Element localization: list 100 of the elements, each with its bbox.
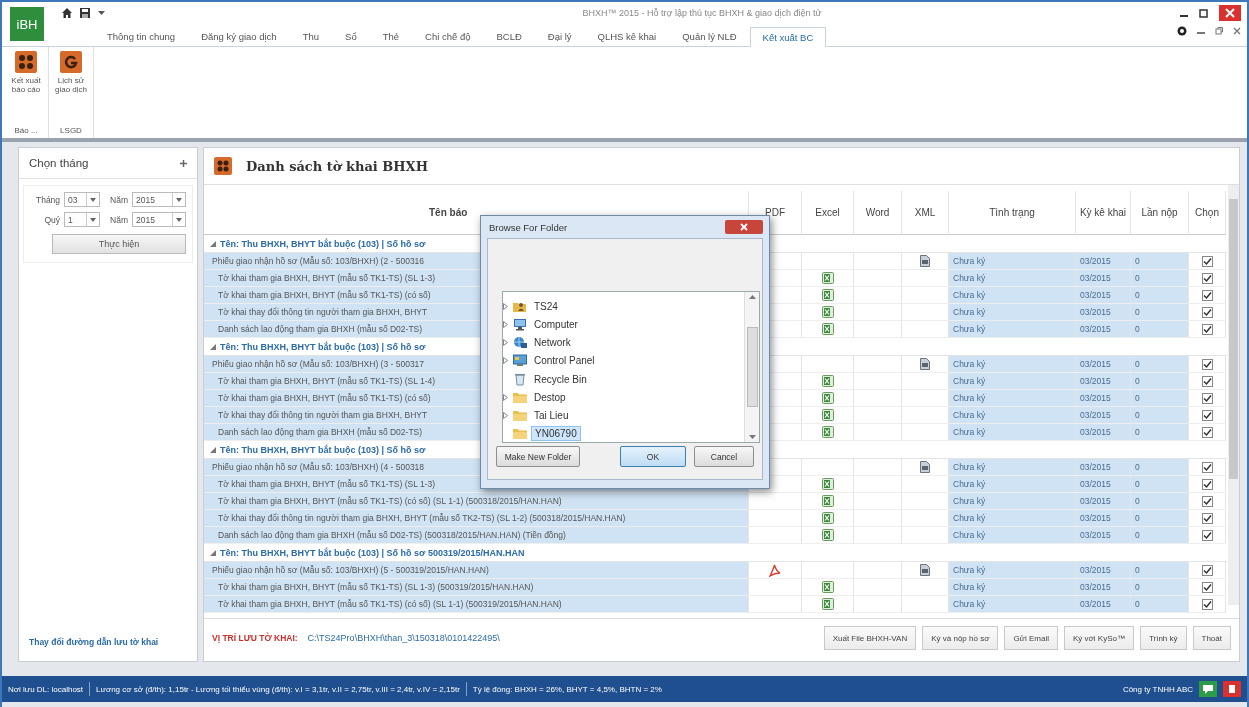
dropdown-field[interactable]: 1	[64, 212, 101, 227]
expand-icon[interactable]	[503, 320, 508, 328]
document-icon[interactable]	[920, 255, 930, 267]
run-button[interactable]: Thực hiện	[52, 234, 186, 254]
spreadsheet-icon[interactable]	[821, 272, 834, 284]
tab[interactable]: Kết xuất BC	[749, 27, 827, 47]
expand-icon[interactable]	[503, 412, 508, 420]
pdf-icon[interactable]	[768, 563, 782, 577]
document-icon[interactable]	[920, 564, 930, 576]
close-icon[interactable]	[725, 220, 763, 234]
checkbox[interactable]	[1201, 564, 1213, 576]
count-cell: 0	[1131, 596, 1189, 613]
restore-icon[interactable]	[1215, 27, 1223, 35]
action-button[interactable]: Ký với KySo™	[1064, 626, 1134, 650]
checkbox[interactable]	[1201, 461, 1213, 473]
dialog-button[interactable]: OK	[620, 446, 686, 467]
folder-item[interactable]: YN06790	[531, 426, 581, 442]
folder-tree[interactable]: TS24 Computer Network Control Panel Recycle Bin Destop Tai Lieu YN06790	[502, 291, 760, 443]
checkbox[interactable]	[1201, 598, 1213, 610]
action-button[interactable]: Thoát	[1192, 626, 1231, 650]
scrollbar[interactable]	[1228, 185, 1239, 605]
ribbon-button[interactable]: Kết xuất báo cáo	[6, 51, 46, 109]
checkbox[interactable]	[1201, 495, 1213, 507]
period-cell: 03/2015	[1076, 596, 1131, 613]
spreadsheet-icon[interactable]	[821, 598, 834, 610]
tab[interactable]: Đăng ký giao dịch	[188, 26, 290, 46]
expand-icon[interactable]	[503, 339, 508, 347]
action-button[interactable]: Xuất File BHXH-VAN	[823, 626, 917, 650]
save-icon[interactable]	[80, 8, 90, 18]
checkbox[interactable]	[1201, 323, 1213, 335]
tab[interactable]: Thẻ	[369, 26, 413, 46]
spreadsheet-icon[interactable]	[821, 409, 834, 421]
tab[interactable]: Thu	[289, 26, 333, 46]
tab[interactable]: Thông tin chung	[94, 26, 189, 46]
checkbox[interactable]	[1201, 426, 1213, 438]
checkbox[interactable]	[1201, 392, 1213, 404]
folder-item[interactable]: Network	[531, 336, 574, 350]
document-icon[interactable]	[920, 461, 930, 473]
dropdown-field[interactable]: 2015	[132, 192, 186, 207]
close-icon[interactable]	[1219, 5, 1241, 21]
folder-item[interactable]: Control Panel	[531, 354, 598, 368]
tab[interactable]: QLHS kê khai	[584, 26, 670, 46]
action-button[interactable]: Ký và nộp hồ sơ	[922, 626, 999, 650]
expand-icon[interactable]	[503, 357, 508, 365]
checkbox[interactable]	[1201, 255, 1213, 267]
change-path-link[interactable]: Thay đổi đường dẫn lưu tờ khai	[19, 637, 197, 661]
checkbox[interactable]	[1201, 272, 1213, 284]
ribbon-button[interactable]: Lịch sử giao dịch	[51, 51, 91, 109]
checkbox[interactable]	[1201, 478, 1213, 490]
spreadsheet-icon[interactable]	[821, 495, 834, 507]
scrollbar[interactable]	[744, 292, 759, 442]
pin-icon[interactable]	[180, 159, 187, 167]
spreadsheet-icon[interactable]	[821, 426, 834, 438]
action-button[interactable]: Trình ký	[1139, 626, 1187, 650]
dropdown-caret-icon[interactable]	[98, 10, 105, 16]
folder-item[interactable]: Destop	[531, 390, 569, 404]
folder-item[interactable]: Tai Lieu	[531, 409, 572, 423]
tab[interactable]: BCLĐ	[483, 26, 535, 46]
alert-icon[interactable]	[1223, 681, 1241, 697]
action-button[interactable]: Gửi Email	[1004, 626, 1058, 650]
spreadsheet-icon[interactable]	[821, 478, 834, 490]
spreadsheet-icon[interactable]	[821, 529, 834, 541]
status-cell: Chưa ký	[949, 356, 1076, 373]
help-icon[interactable]	[1177, 26, 1187, 36]
checkbox[interactable]	[1201, 581, 1213, 593]
dropdown-field[interactable]: 2015	[132, 212, 186, 227]
checkbox[interactable]	[1201, 306, 1213, 318]
close-icon[interactable]	[1233, 27, 1241, 35]
checkbox[interactable]	[1201, 529, 1213, 541]
spreadsheet-icon[interactable]	[821, 392, 834, 404]
checkbox[interactable]	[1201, 409, 1213, 421]
expand-icon[interactable]	[503, 302, 508, 310]
collapse-icon[interactable]	[210, 446, 216, 453]
tab[interactable]: Quản lý NLĐ	[669, 26, 750, 46]
collapse-icon[interactable]	[210, 240, 216, 247]
tab[interactable]: Đại lý	[534, 26, 585, 46]
report-name: Tờ khai tham gia BHXH, BHYT (mẫu số TK1-TS) (có số) (SL 1-1) (500318/2015/HAN.HAN)	[204, 493, 749, 510]
folder-item[interactable]: Recycle Bin	[531, 372, 590, 386]
checkbox[interactable]	[1201, 289, 1213, 301]
dropdown-field[interactable]: 03	[64, 192, 101, 207]
expand-icon[interactable]	[503, 393, 508, 401]
spreadsheet-icon[interactable]	[821, 323, 834, 335]
document-icon[interactable]	[920, 358, 930, 370]
checkbox[interactable]	[1201, 512, 1213, 524]
collapse-icon[interactable]	[210, 343, 216, 350]
dialog-button[interactable]: Make New Folder	[496, 446, 580, 467]
tab[interactable]: Sổ	[332, 26, 370, 46]
dialog-button[interactable]: Cancel	[694, 446, 754, 467]
home-icon[interactable]	[62, 8, 72, 18]
spreadsheet-icon[interactable]	[821, 581, 834, 593]
maximize-icon[interactable]	[1199, 8, 1209, 18]
tab[interactable]: Chi chế độ	[412, 26, 484, 46]
chat-icon[interactable]	[1199, 681, 1217, 697]
collapse-icon[interactable]	[210, 549, 216, 556]
checkbox[interactable]	[1201, 375, 1213, 387]
checkbox[interactable]	[1201, 358, 1213, 370]
spreadsheet-icon[interactable]	[821, 512, 834, 524]
spreadsheet-icon[interactable]	[821, 306, 834, 318]
spreadsheet-icon[interactable]	[821, 289, 834, 301]
spreadsheet-icon[interactable]	[821, 375, 834, 387]
